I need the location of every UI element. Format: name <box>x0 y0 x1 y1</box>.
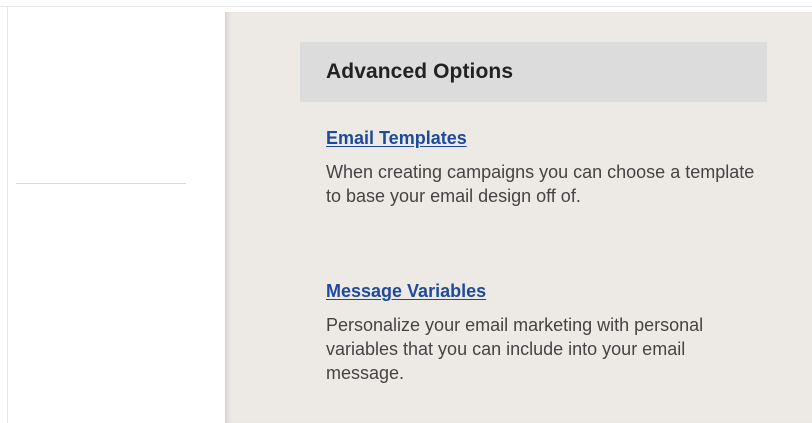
email-templates-description: When creating campaigns you can choose a… <box>326 162 755 206</box>
top-border <box>0 0 812 7</box>
email-templates-link[interactable]: Email Templates <box>326 126 467 150</box>
page: Advanced Options Email Templates When cr… <box>0 0 812 423</box>
message-variables-link[interactable]: Message Variables <box>326 279 486 303</box>
left-column <box>8 7 225 423</box>
left-divider <box>16 183 186 184</box>
message-variables-description: Personalize your email marketing with pe… <box>326 315 704 383</box>
advanced-options-title: Advanced Options <box>326 60 514 83</box>
option-message-variables: Message Variables Personalize your email… <box>326 279 766 385</box>
advanced-options-header: Advanced Options <box>300 42 767 102</box>
option-email-templates: Email Templates When creating campaigns … <box>326 126 766 208</box>
